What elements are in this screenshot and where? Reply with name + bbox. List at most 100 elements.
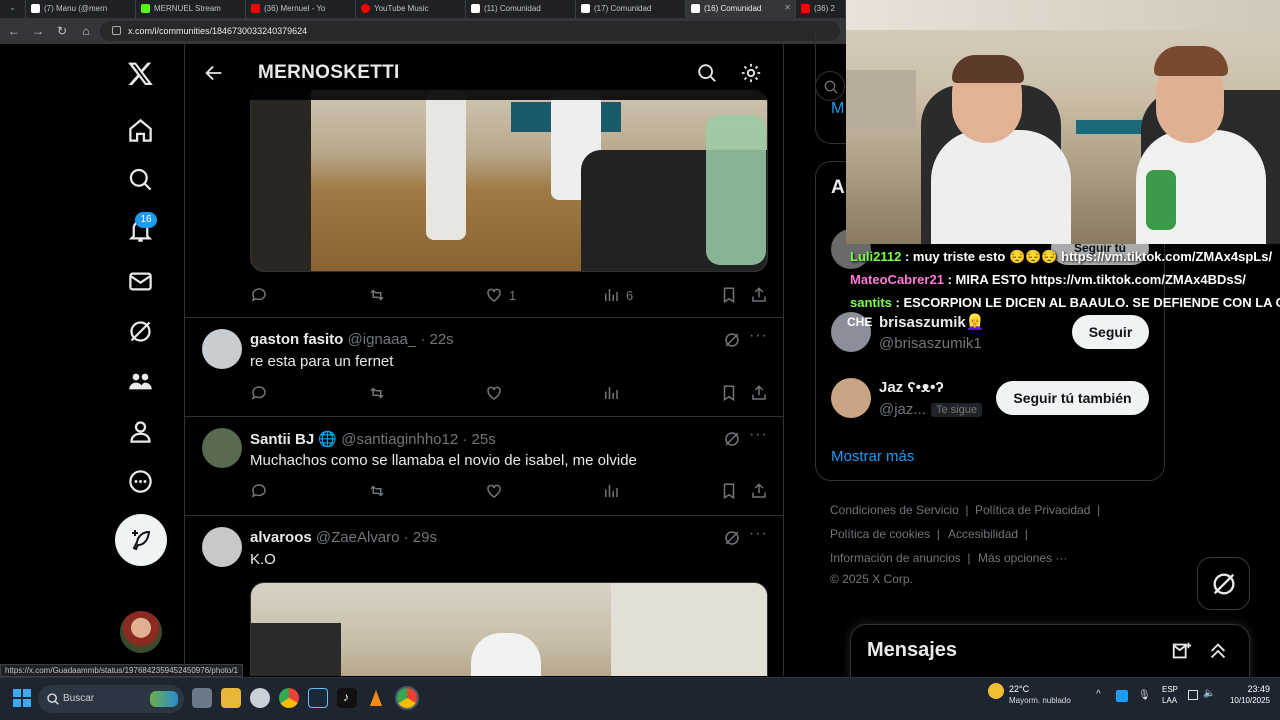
timestamp[interactable]: · 25s (462, 431, 495, 448)
grok-icon[interactable] (127, 318, 154, 345)
tweet-media-image[interactable] (250, 582, 768, 676)
browser-tab[interactable]: (17) Comunidad (576, 0, 686, 18)
display-name[interactable]: alvaroos (250, 529, 312, 546)
follow-button[interactable]: Seguir (1072, 315, 1149, 349)
more-options-icon[interactable]: ··· (749, 328, 769, 349)
profile-icon[interactable] (127, 418, 154, 445)
timestamp[interactable]: · 22s (420, 331, 453, 348)
search-icon[interactable] (127, 166, 154, 193)
keyboard-layout-indicator[interactable]: LAA (1162, 696, 1177, 705)
share-button[interactable] (750, 384, 768, 404)
communities-icon[interactable] (127, 368, 154, 395)
avatar[interactable] (202, 428, 242, 468)
bookmark-button[interactable] (720, 482, 738, 502)
tab-list-button[interactable]: ⌄ (0, 0, 26, 18)
user-handle[interactable]: @santiaginhho12 (341, 431, 458, 448)
repost-button[interactable] (368, 384, 386, 404)
home-button-icon[interactable]: ⌂ (78, 23, 94, 39)
grok-icon[interactable] (723, 430, 741, 448)
user-handle[interactable]: @ignaaa_ (348, 331, 417, 348)
tweet[interactable]: gaston fasito @ignaaa_ · 22s re esta par… (185, 317, 783, 416)
messages-drawer[interactable]: Mensajes (850, 624, 1250, 684)
more-options-icon[interactable]: ··· (749, 427, 769, 448)
weather-icon[interactable] (988, 683, 1004, 699)
tray-app-icon[interactable] (1116, 690, 1128, 702)
microphone-icon[interactable]: 🎙 (1138, 690, 1151, 701)
share-button[interactable] (750, 286, 768, 306)
views-button[interactable] (602, 482, 620, 502)
reply-button[interactable] (250, 286, 268, 306)
footer-link[interactable]: Información de anuncios | (830, 551, 971, 565)
follow-name[interactable]: Jaz ʕ•ᴥ•ʔ (879, 379, 944, 396)
avatar[interactable] (831, 378, 871, 418)
weather-temp[interactable]: 22°C (1009, 684, 1029, 694)
grok-icon[interactable] (723, 331, 741, 349)
display-name[interactable]: Santii BJ (250, 431, 314, 448)
grok-icon[interactable] (723, 529, 741, 547)
more-icon[interactable] (127, 468, 154, 495)
task-view-icon[interactable] (192, 688, 212, 708)
chrome-icon[interactable] (279, 688, 299, 708)
x-logo-icon[interactable] (127, 60, 154, 87)
tweet-media-image[interactable] (250, 89, 768, 272)
avatar[interactable] (202, 527, 242, 567)
forward-icon[interactable]: → (30, 23, 46, 39)
taskbar-search[interactable]: Buscar (38, 685, 184, 713)
browser-tab[interactable]: (36) 2 (796, 0, 846, 18)
volume-icon[interactable]: 🔈 (1203, 688, 1215, 699)
sidebar-search-input[interactable] (815, 71, 845, 101)
windows-start-icon[interactable] (13, 689, 31, 707)
share-button[interactable] (750, 482, 768, 502)
follow-handle[interactable]: @brisaszumik1 (879, 335, 982, 352)
back-icon[interactable]: ← (6, 23, 22, 39)
messages-icon[interactable] (127, 268, 154, 295)
new-message-icon[interactable] (1171, 640, 1193, 662)
user-handle[interactable]: @ZaeAlvaro (316, 529, 400, 546)
show-more-link[interactable]: M (831, 100, 844, 118)
browser-tab[interactable]: (7) Manu (@mern (26, 0, 136, 18)
footer-link[interactable]: Política de cookies | (830, 527, 940, 541)
like-button[interactable] (485, 384, 503, 404)
back-arrow-icon[interactable] (203, 62, 225, 84)
chevron-up-double-icon[interactable] (1207, 640, 1229, 662)
repost-button[interactable] (368, 482, 386, 502)
like-button[interactable] (485, 482, 503, 502)
browser-tab-active[interactable]: (16) Comunidad ✕ (686, 0, 796, 18)
display-icon[interactable] (1188, 690, 1198, 700)
grok-floating-button[interactable] (1197, 557, 1250, 610)
footer-link[interactable]: Política de Privacidad | (975, 503, 1100, 517)
chevron-up-icon[interactable]: ^ (1096, 689, 1101, 700)
footer-link[interactable]: Condiciones de Servicio | (830, 503, 969, 517)
post-button[interactable] (115, 514, 167, 566)
vlc-icon[interactable] (366, 688, 386, 708)
follow-handle[interactable]: @jaz... (879, 401, 926, 418)
clock-date[interactable]: 10/10/2025 (1220, 696, 1270, 705)
gear-icon[interactable] (740, 62, 762, 84)
language-indicator[interactable]: ESP (1162, 685, 1178, 694)
file-explorer-icon[interactable] (221, 688, 241, 708)
search-icon[interactable] (696, 62, 718, 84)
timestamp[interactable]: · 29s (404, 529, 437, 546)
reply-button[interactable] (250, 482, 268, 502)
chrome-icon[interactable] (397, 688, 417, 708)
browser-tab[interactable]: MERNUEL Stream (136, 0, 246, 18)
weather-desc[interactable]: Mayorm. nublado (1009, 696, 1071, 705)
like-button[interactable]: 1 (485, 286, 525, 306)
repost-button[interactable] (368, 286, 386, 306)
browser-tab[interactable]: (36) Mernuel - Yo (246, 0, 356, 18)
clock-time[interactable]: 23:49 (1232, 684, 1270, 694)
app-icon[interactable] (250, 688, 270, 708)
tiktok-icon[interactable]: ♪ (337, 688, 357, 708)
home-icon[interactable] (127, 117, 154, 144)
views-button[interactable] (602, 384, 620, 404)
account-avatar[interactable] (120, 611, 162, 653)
views-button[interactable]: 6 (602, 286, 642, 306)
steam-icon[interactable] (308, 688, 328, 708)
bookmark-button[interactable] (720, 286, 738, 306)
show-more-link[interactable]: Mostrar más (831, 448, 914, 465)
avatar[interactable] (202, 329, 242, 369)
reload-icon[interactable]: ↻ (54, 23, 70, 39)
bookmark-button[interactable] (720, 384, 738, 404)
more-options-icon[interactable]: ··· (749, 526, 769, 547)
browser-tab[interactable]: YouTube Music (356, 0, 466, 18)
